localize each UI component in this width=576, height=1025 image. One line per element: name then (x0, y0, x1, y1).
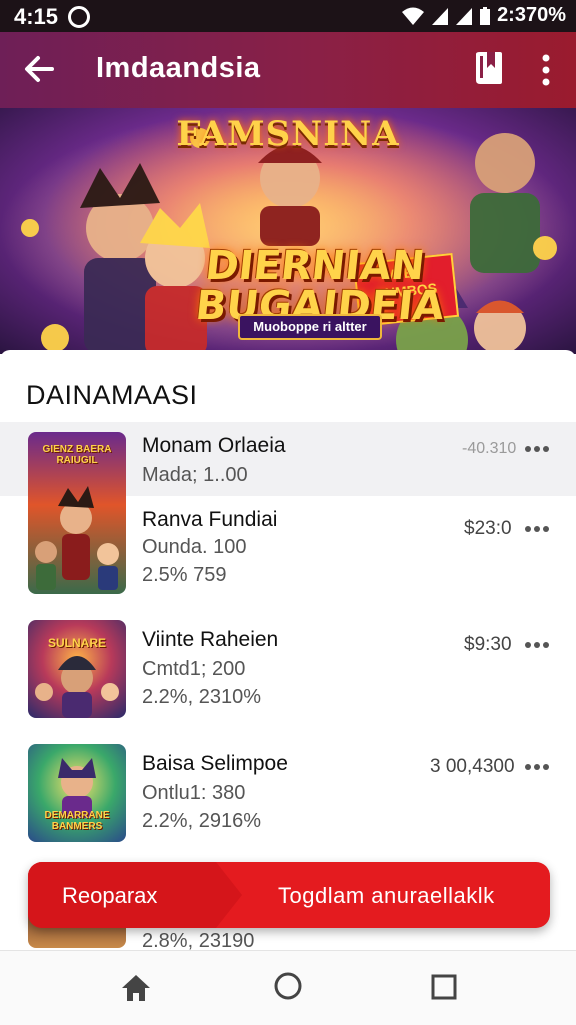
item-stats: 2.2%, 2310% (142, 686, 261, 708)
arrow-back-icon[interactable] (22, 52, 56, 86)
item-thumbnail[interactable]: DEMARRANE BANMERS (28, 744, 126, 842)
battery-icon (480, 6, 491, 25)
signal-icon (432, 7, 449, 25)
item-subtitle: Cmtd1; 200 (142, 658, 246, 680)
item-stats: 2.5% 759 (142, 564, 227, 586)
thumbnail-art (35, 656, 119, 718)
square-icon[interactable] (430, 973, 458, 1001)
status-left: 4:15 (14, 4, 91, 30)
item-subtitle: Ontlu1: 380 (142, 782, 246, 804)
item-price: -40.310 (462, 440, 517, 457)
item-title: Ranva Fundiai (142, 508, 278, 531)
more-horiz-icon[interactable] (524, 762, 550, 772)
item-thumbnail[interactable]: SULNARE (28, 620, 126, 718)
signal-icon-2 (456, 7, 473, 25)
item-subtitle: Mada; 1..00 (142, 464, 248, 486)
snackbar-divider (216, 862, 242, 928)
more-vert-icon[interactable] (532, 52, 560, 88)
status-right: 2:370% (401, 4, 566, 27)
list-item[interactable]: SULNARE Viinte Raheien Cmtd1; 200 2.2%, … (0, 618, 576, 722)
snackbar-message: Togdlam anuraellaklk (278, 883, 495, 908)
book-icon[interactable] (472, 50, 506, 86)
list-item[interactable]: DEMARRANE BANMERS Baisa Selimpoe Ontlu1:… (0, 742, 576, 846)
item-subtitle: Ounda. 100 (142, 536, 247, 558)
app-title: Imdaandsia (96, 52, 261, 84)
app-bar: Imdaandsia (0, 32, 576, 108)
item-price: 3 00,4300 (430, 756, 515, 777)
circle-icon[interactable] (273, 971, 303, 1001)
item-title: Viinte Raheien (142, 628, 279, 651)
more-horiz-icon[interactable] (524, 444, 550, 454)
battery-percent: 2:370% (497, 4, 566, 26)
item-stats: 2.8%, 23190 (142, 930, 255, 950)
section-title: DAINAMAASI (26, 380, 198, 410)
system-nav-bar (0, 950, 576, 1025)
notification-circle-icon (68, 6, 91, 28)
status-bar: 4:15 2:370% (0, 0, 576, 32)
item-title: Baisa Selimpoe (142, 752, 288, 775)
list-item[interactable]: Ranva Fundiai Ounda. 100 2.5% 759 $23:0 (0, 496, 576, 600)
more-horiz-icon[interactable] (524, 640, 550, 650)
snackbar: Reoparax Togdlam anuraellaklk (28, 862, 550, 928)
status-time: 4:15 (14, 4, 59, 29)
snackbar-action-button[interactable]: Reoparax (62, 883, 157, 909)
banner-ribbon: Muoboppe ri altter (238, 314, 382, 340)
item-price: $9:30 (464, 634, 512, 655)
more-horiz-icon[interactable] (524, 524, 550, 534)
home-icon[interactable] (120, 972, 152, 1004)
wifi-icon (402, 7, 425, 25)
item-price: $23:0 (464, 518, 512, 539)
item-stats: 2.2%, 2916% (142, 810, 261, 832)
thumbnail-title: DEMARRANE BANMERS (44, 810, 110, 832)
item-title: Monam Orlaeia (142, 434, 286, 457)
hero-banner[interactable]: FAMSNINA VAEN BUMBOS DIERNIAN BUGAIDEIA … (0, 108, 576, 354)
banner-top-title: FAMSNINA (176, 114, 400, 154)
